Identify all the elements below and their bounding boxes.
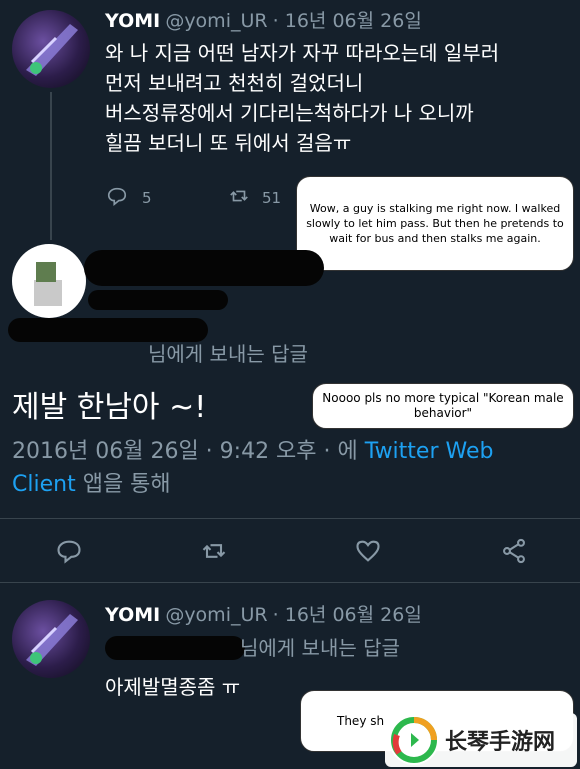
divider [0, 582, 580, 583]
reply-icon [106, 185, 128, 211]
handle[interactable]: @yomi_UR [165, 604, 267, 626]
thread-line [50, 92, 52, 240]
watermark-text: 长琴手游网 [445, 730, 556, 755]
focused-tweet-text: 제발 한남아 ~! [12, 390, 207, 425]
tweet-header: YOMI @yomi_UR · 16년 06월 26일 [105, 6, 422, 33]
timestamp-line: 2016년 06월 26일 · 9:42 오후 · 에 Twitter Web … [12, 435, 572, 501]
tweet-date: · 16년 06월 26일 [272, 604, 422, 626]
reply-icon [55, 537, 83, 569]
avatar[interactable] [12, 10, 90, 88]
avatar[interactable] [12, 600, 90, 678]
translation-note: Noooo pls no more typical "Korean male b… [312, 383, 574, 429]
like-button[interactable] [354, 537, 382, 569]
watermark-logo-icon [389, 715, 439, 765]
redaction [88, 290, 228, 310]
timestamp: 2016년 06월 26일 · 9:42 오후 · 에 [12, 439, 358, 464]
avatar[interactable] [12, 244, 86, 318]
via-label: 앱을 통해 [82, 472, 171, 497]
watermark: 长琴手游网 [385, 713, 577, 767]
translation-note: Wow, a guy is stalking me right now. I w… [296, 176, 574, 271]
reply-count: 5 [142, 189, 152, 207]
retweet-count: 51 [262, 189, 282, 207]
like-icon [354, 537, 382, 569]
client-link[interactable]: Twitter Web [365, 439, 494, 464]
redaction [105, 636, 245, 660]
tweet-date: · 16년 06월 26일 [272, 10, 422, 32]
display-name[interactable]: YOMI [105, 10, 160, 32]
retweet-icon [200, 537, 228, 569]
tweet-header: YOMI @yomi_UR · 16년 06월 26일 [105, 600, 422, 627]
retweet-icon [228, 185, 250, 211]
handle[interactable]: @yomi_UR [165, 10, 267, 32]
share-icon [500, 537, 528, 569]
tweet-text: 아제발멸종좀 ㅠ [105, 675, 241, 699]
retweet-button[interactable]: 51 [228, 185, 281, 211]
redaction [84, 250, 324, 286]
display-name[interactable]: YOMI [105, 604, 160, 626]
tweet-text: 와 나 지금 어떤 남자가 자꾸 따라오는데 일부러 먼저 보내려고 천천히 걸… [105, 41, 500, 155]
retweet-button[interactable] [200, 537, 228, 569]
client-link[interactable]: Client [12, 472, 76, 497]
reply-button[interactable]: 5 [106, 185, 152, 211]
divider [0, 518, 580, 519]
reply-to-label: 님에게 보내는 답글 [148, 342, 308, 366]
reply-to-label: 님에게 보내는 답글 [240, 636, 400, 660]
reply-button[interactable] [55, 537, 83, 569]
share-button[interactable] [500, 537, 528, 569]
